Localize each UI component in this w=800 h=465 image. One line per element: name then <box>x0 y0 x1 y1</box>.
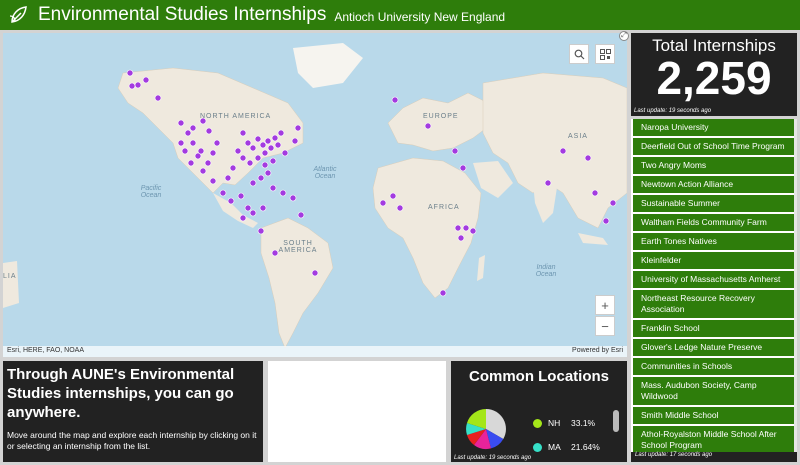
total-last-update: Last update: 19 seconds ago <box>634 108 712 114</box>
label-indian-ocean: Indian Ocean <box>535 264 557 278</box>
common-locations-title: Common Locations <box>468 368 609 385</box>
leaf-icon <box>9 6 27 23</box>
list-item[interactable]: Deerfield Out of School Time Program <box>633 138 794 155</box>
label-lia: LIA <box>3 273 17 280</box>
list-item[interactable]: Two Angry Moms <box>633 157 794 174</box>
search-button[interactable] <box>569 44 589 64</box>
list-item[interactable]: Newtown Action Alliance <box>633 176 794 193</box>
fullscreen-icon[interactable]: ⤢ <box>619 31 629 41</box>
qr-button[interactable] <box>595 44 615 64</box>
list-item[interactable]: Earth Tones Natives <box>633 233 794 250</box>
list-item[interactable]: Naropa University <box>633 119 794 136</box>
zoom-in-button[interactable]: + <box>595 295 615 315</box>
attribution-sources: Esri, HERE, FAO, NOAA <box>7 347 85 354</box>
label-africa: AFRICA <box>428 204 460 211</box>
list-item[interactable]: Communities in Schools <box>633 358 794 375</box>
promo-body: Move around the map and explore each int… <box>7 430 257 451</box>
label-atlantic-ocean: Atlantic Ocean <box>313 166 337 180</box>
app-title: Environmental Studies Internships <box>38 4 327 25</box>
common-scrollbar[interactable] <box>613 410 619 432</box>
list-item[interactable]: Franklin School <box>633 320 794 337</box>
total-value: 2,259 <box>656 52 772 104</box>
total-internships-panel: Total Internships 2,259 Last update: 19 … <box>631 33 797 116</box>
blank-panel <box>268 361 446 462</box>
list-item[interactable]: Northeast Resource Recovery Association <box>633 290 794 318</box>
location-name-1: NH <box>548 418 561 428</box>
locations-pie-chart[interactable] <box>465 408 507 450</box>
label-asia: ASIA <box>568 133 588 140</box>
list-item[interactable]: Waltham Fields Community Farm <box>633 214 794 231</box>
map-basemap <box>3 43 627 349</box>
common-last-update: Last update: 19 seconds ago <box>454 455 532 461</box>
location-row-1: NH <box>533 418 560 428</box>
internship-list[interactable]: Naropa University Deerfield Out of School… <box>631 119 797 462</box>
qr-code-icon <box>599 48 611 60</box>
internship-list-items: Naropa University Deerfield Out of School… <box>631 119 797 454</box>
map-attribution: Esri, HERE, FAO, NOAA Powered by Esri <box>3 346 627 357</box>
list-item[interactable]: Athol-Royalston Middle School After Scho… <box>633 426 794 454</box>
list-item[interactable]: Glover's Ledge Nature Preserve <box>633 339 794 356</box>
label-pacific-ocean: Pacific Ocean <box>140 185 162 199</box>
location-pct-2: 21.64% <box>571 442 600 452</box>
list-scrollbar[interactable] <box>794 119 797 462</box>
location-row-2: MA <box>533 442 561 452</box>
zoom-out-button[interactable]: − <box>595 316 615 336</box>
world-map[interactable]: NORTH AMERICA EUROPE ASIA AFRICA SOUTH A… <box>3 33 627 357</box>
list-item[interactable]: Sustainable Summer <box>633 195 794 212</box>
legend-dot-ma <box>533 442 542 452</box>
list-item[interactable]: University of Massachusetts Amherst <box>633 271 794 288</box>
label-north-america: NORTH AMERICA <box>200 113 272 120</box>
app-subtitle: Antioch University New England <box>334 9 506 24</box>
list-item[interactable]: Smith Middle School <box>633 407 794 424</box>
list-item[interactable]: Kleinfelder <box>633 252 794 269</box>
location-name-2: MA <box>548 442 561 452</box>
promo-panel: Through AUNE's Environmental Studies int… <box>3 361 263 462</box>
label-europe: EUROPE <box>423 113 459 120</box>
list-last-update: Last update: 17 seconds ago <box>631 452 797 462</box>
location-pct-1: 33.1% <box>571 418 596 428</box>
promo-heading: Through AUNE's Environmental Studies int… <box>7 366 235 421</box>
common-locations-panel: Common Locations NH 33.1% MA 21.64% Last… <box>451 361 627 462</box>
attribution-powered-by: Powered by Esri <box>572 347 623 354</box>
search-icon <box>574 49 584 59</box>
list-item[interactable]: Mass. Audubon Society, Camp Wildwood <box>633 377 794 405</box>
legend-dot-nh <box>533 418 542 428</box>
app-header: Environmental Studies Internships Antioc… <box>0 0 800 30</box>
label-south-america: SOUTH AMERICA <box>278 240 318 254</box>
